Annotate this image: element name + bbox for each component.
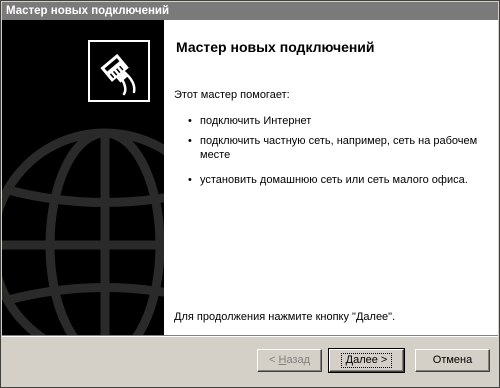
back-button-label: азад <box>286 354 311 366</box>
network-cable-icon <box>88 40 150 102</box>
back-button[interactable]: < Назад <box>257 349 322 372</box>
list-item: подключить частную сеть, например, сеть … <box>188 134 488 162</box>
continue-hint: Для продолжения нажмите кнопку "Далее". <box>174 311 396 323</box>
back-arrow-label: < <box>268 354 276 366</box>
wizard-client-area: Мастер новых подключений Этот мастер пом… <box>2 20 498 335</box>
list-item: подключить Интернет <box>188 114 488 128</box>
feature-list: подключить Интернет подключить частную с… <box>188 114 488 187</box>
page-title: Мастер новых подключений <box>176 39 375 55</box>
next-button-label: алее <box>353 354 378 366</box>
divider <box>2 335 498 337</box>
list-item: установить домашнюю сеть или сеть малого… <box>188 173 488 187</box>
globe-watermark-icon <box>2 128 164 335</box>
wizard-content: Мастер новых подключений Этот мастер пом… <box>164 20 498 335</box>
next-arrow-label: > <box>380 354 388 366</box>
next-button[interactable]: Далее > <box>328 348 405 373</box>
wizard-side-panel <box>2 20 164 335</box>
window-title: Мастер новых подключений <box>2 2 498 20</box>
wizard-window: Мастер новых подключений Мастер новых по… <box>0 0 500 388</box>
next-accel-label: Д <box>345 354 354 366</box>
focus-rect: Далее > <box>340 353 393 368</box>
cancel-button[interactable]: Отмена <box>415 349 490 372</box>
intro-text: Этот мастер помогает: <box>174 89 290 101</box>
